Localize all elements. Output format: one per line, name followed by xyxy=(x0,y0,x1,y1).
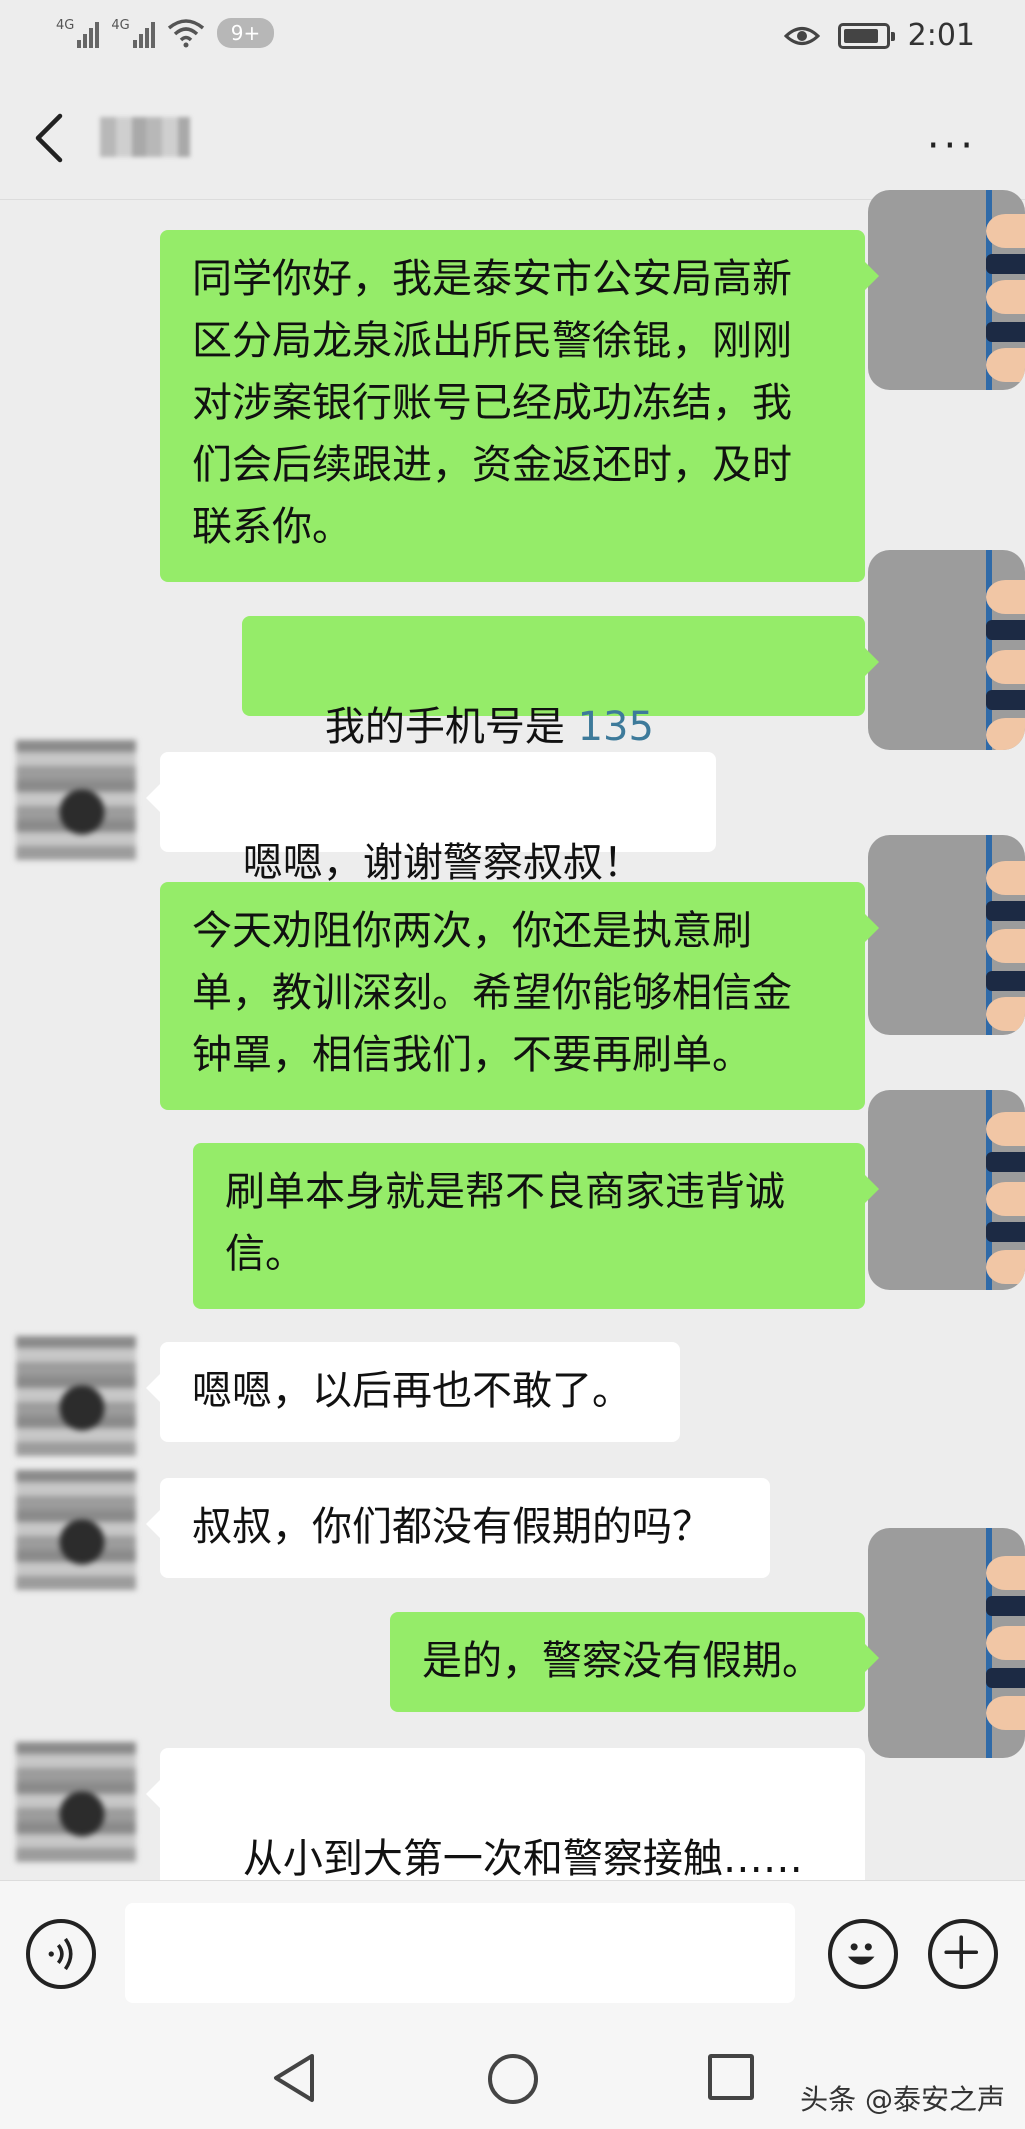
watermark: 头条 @泰安之声 xyxy=(800,2083,1005,2116)
contact-avatar[interactable] xyxy=(16,1742,136,1862)
message-input[interactable] xyxy=(125,1903,795,2003)
message-bubble-incoming[interactable]: 嗯嗯，以后再也不敢了。 xyxy=(146,1342,680,1442)
chat-header: ··· xyxy=(0,75,1025,200)
message-bubble-incoming[interactable]: 叔叔，你们都没有假期的吗？ xyxy=(146,1478,770,1578)
status-bar: 4G 4G 9+ 2:01 xyxy=(0,0,1025,75)
phone-text-prefix: 我的手机号是 xyxy=(324,704,578,750)
notification-badge: 9+ xyxy=(216,18,275,48)
self-avatar[interactable] xyxy=(868,1090,1025,1290)
message-text: 嗯嗯，谢谢警察叔叔！ xyxy=(242,840,643,886)
contact-avatar[interactable] xyxy=(16,1336,136,1456)
emoji-button[interactable] xyxy=(828,1919,898,1989)
battery-fill xyxy=(843,28,878,43)
signal-2-icon: 4G xyxy=(111,18,155,48)
clock: 2:01 xyxy=(907,18,975,53)
wifi-icon xyxy=(167,19,204,48)
battery-icon xyxy=(837,22,895,49)
nav-back-icon[interactable] xyxy=(270,2052,320,2104)
message-bubble-incoming[interactable]: 嗯嗯，谢谢警察叔叔！ xyxy=(146,752,716,946)
phone-number-visible: 135 xyxy=(577,704,654,750)
more-options-button[interactable]: ··· xyxy=(927,123,977,169)
contact-avatar[interactable] xyxy=(16,1470,136,1590)
self-avatar[interactable] xyxy=(868,550,1025,750)
contact-name-blurred xyxy=(100,117,190,157)
signal-1-icon: 4G xyxy=(56,18,100,48)
signal-1-label: 4G xyxy=(56,18,75,33)
message-bubble-outgoing[interactable]: 今天劝阻你两次，你还是执意刷 单，教训深刻。希望你能够相信金 钟罩，相信我们，不… xyxy=(160,882,879,1110)
system-nav-bar: 头条 @泰安之声 xyxy=(0,2030,1025,2129)
message-bubble-outgoing[interactable]: 我的手机号是 135。 xyxy=(242,616,879,812)
voice-input-button[interactable] xyxy=(26,1919,96,1989)
self-avatar[interactable] xyxy=(868,835,1025,1035)
signal-2-label: 4G xyxy=(111,18,130,33)
status-left: 4G 4G 9+ xyxy=(56,18,275,48)
message-bubble-outgoing[interactable]: 是的，警察没有假期。 xyxy=(390,1612,879,1712)
eye-comfort-icon xyxy=(783,26,820,45)
nav-home-icon[interactable] xyxy=(488,2054,538,2104)
message-bubble-outgoing[interactable]: 刷单本身就是帮不良商家违背诚 信。 xyxy=(193,1143,879,1309)
message-bubble-outgoing[interactable]: 同学你好，我是泰安市公安局高新 区分局龙泉派出所民警徐锟，刚刚 对涉案银行账号已… xyxy=(160,230,879,582)
contact-avatar[interactable] xyxy=(16,740,136,860)
plus-button[interactable] xyxy=(928,1919,998,1989)
status-right: 2:01 xyxy=(783,18,975,53)
nav-recent-apps-icon[interactable] xyxy=(708,2054,754,2100)
back-icon[interactable] xyxy=(30,110,70,166)
self-avatar[interactable] xyxy=(868,1528,1025,1758)
input-bar xyxy=(0,1880,1025,2030)
self-avatar[interactable] xyxy=(868,190,1025,390)
